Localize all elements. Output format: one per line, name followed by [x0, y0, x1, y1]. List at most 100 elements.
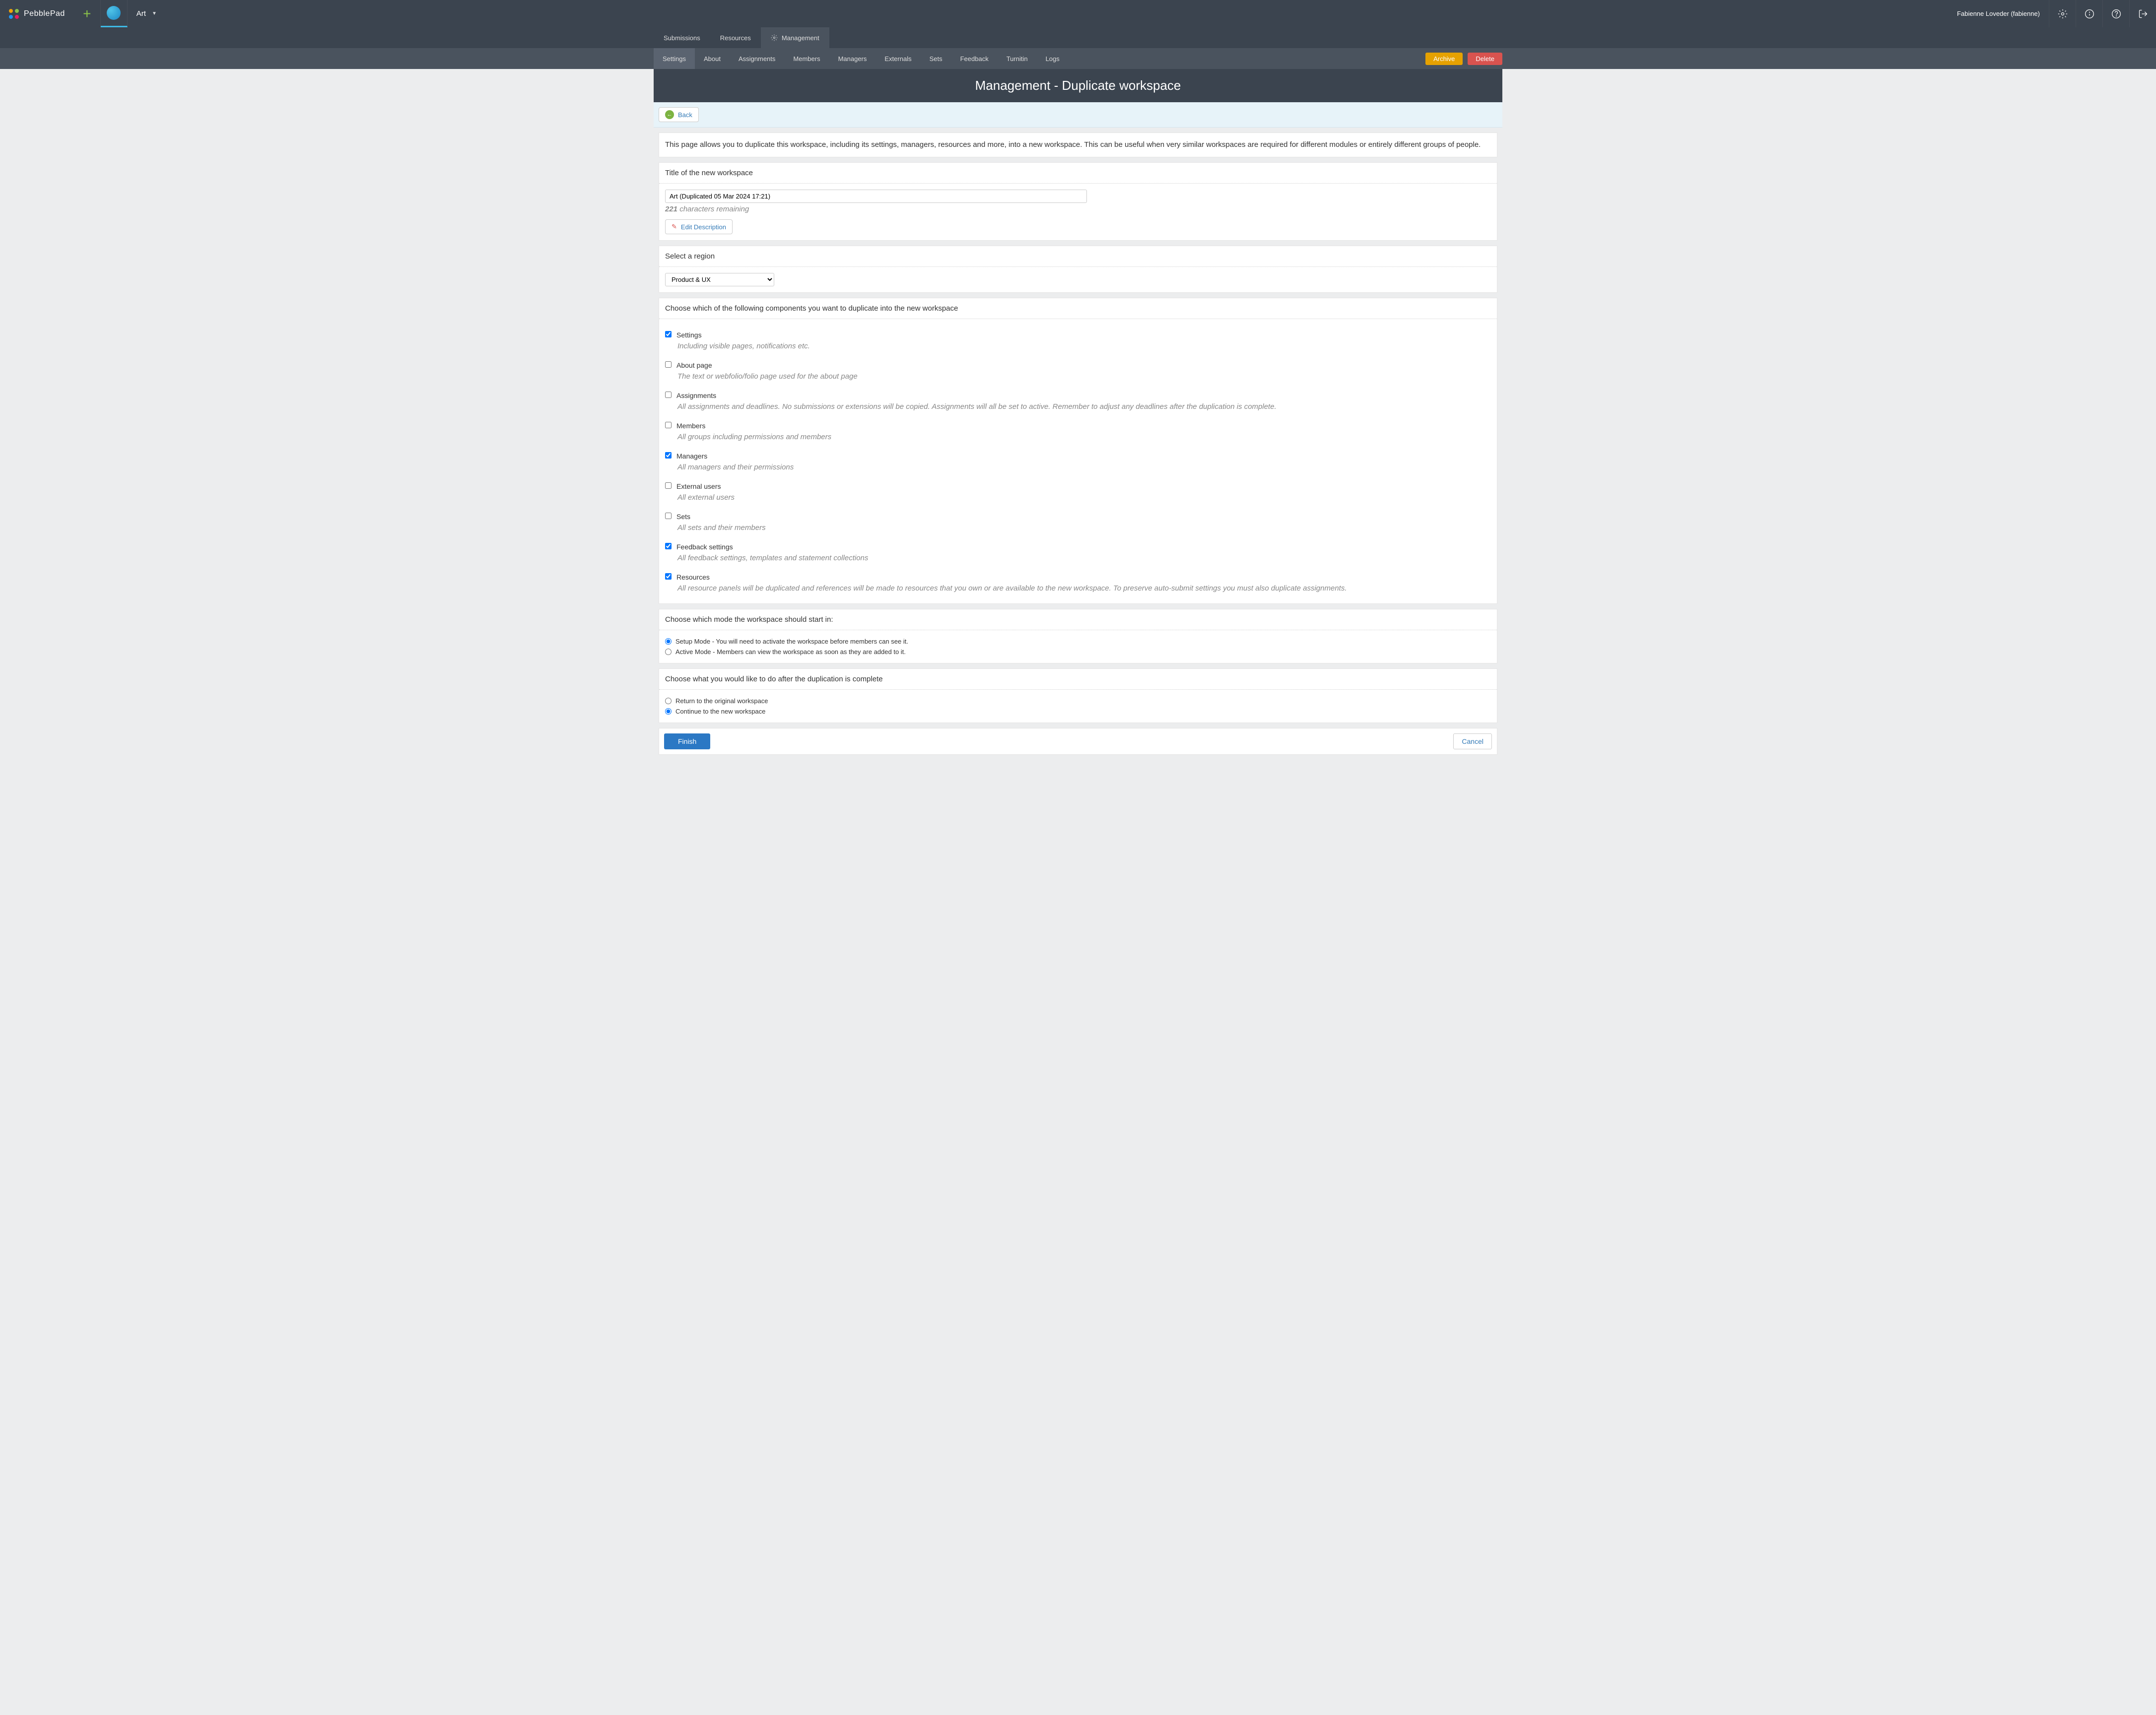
help-button[interactable]	[2102, 0, 2129, 27]
component-checkbox-sets[interactable]	[665, 513, 672, 519]
component-sublabel-resources: All resource panels will be duplicated a…	[665, 584, 1491, 593]
help-icon	[2111, 9, 2121, 19]
component-label-feedback: Feedback settings	[676, 543, 733, 551]
component-label-assignments: Assignments	[676, 392, 716, 399]
after-continue-label: Continue to the new workspace	[675, 708, 765, 715]
component-label-resources: Resources	[676, 573, 710, 581]
mode-setup-label: Setup Mode - You will need to activate t…	[675, 638, 908, 645]
region-select[interactable]: Product & UX	[665, 273, 774, 286]
sec-nav-feedback[interactable]: Feedback	[951, 48, 998, 69]
component-option-feedback: Feedback settings All feedback settings, …	[665, 537, 1491, 567]
component-sublabel-managers: All managers and their permissions	[665, 463, 1491, 471]
component-checkbox-resources[interactable]	[665, 573, 672, 580]
component-label-managers: Managers	[676, 452, 707, 460]
page-container: Management - Duplicate workspace ← Back …	[654, 69, 1502, 755]
app-switch-plus-button[interactable]: +	[74, 0, 101, 27]
component-sublabel-external: All external users	[665, 493, 1491, 502]
chars-remaining-count: 221	[665, 205, 677, 213]
component-option-assignments: Assignments All assignments and deadlines…	[665, 386, 1491, 416]
secondary-nav: Settings About Assignments Members Manag…	[0, 48, 2156, 69]
component-label-about: About page	[676, 361, 712, 369]
gear-icon	[771, 34, 778, 41]
component-sublabel-assignments: All assignments and deadlines. No submis…	[665, 402, 1491, 411]
mode-active-label: Active Mode - Members can view the works…	[675, 648, 906, 656]
page-title: Management - Duplicate workspace	[663, 78, 1493, 93]
intro-panel: This page allows you to duplicate this w…	[659, 132, 1497, 157]
sec-nav-settings[interactable]: Settings	[654, 48, 695, 69]
cancel-button[interactable]: Cancel	[1453, 733, 1492, 749]
back-button[interactable]: ← Back	[659, 107, 699, 122]
brand-logo-area[interactable]: PebblePad	[0, 0, 74, 27]
mode-panel: Choose which mode the workspace should s…	[659, 609, 1497, 663]
sec-nav-sets[interactable]: Sets	[921, 48, 951, 69]
pencil-icon: ✎	[672, 223, 677, 231]
mode-active-radio[interactable]	[665, 649, 672, 655]
workspace-title-input[interactable]	[665, 190, 1087, 203]
main-nav-submissions[interactable]: Submissions	[654, 27, 710, 48]
component-sublabel-members: All groups including permissions and mem…	[665, 433, 1491, 441]
component-option-sets: Sets All sets and their members	[665, 507, 1491, 537]
main-nav-resources[interactable]: Resources	[710, 27, 761, 48]
component-label-external: External users	[676, 482, 721, 490]
back-label: Back	[678, 111, 692, 119]
component-checkbox-feedback[interactable]	[665, 543, 672, 549]
component-option-about: About page The text or webfolio/folio pag…	[665, 355, 1491, 386]
delete-button[interactable]: Delete	[1468, 53, 1502, 65]
sec-nav-externals[interactable]: Externals	[876, 48, 920, 69]
chevron-down-icon: ▼	[152, 11, 157, 16]
component-sublabel-feedback: All feedback settings, templates and sta…	[665, 554, 1491, 562]
component-option-settings: Settings Including visible pages, notific…	[665, 325, 1491, 355]
sec-nav-logs[interactable]: Logs	[1037, 48, 1069, 69]
settings-gear-button[interactable]	[2049, 0, 2076, 27]
component-checkbox-about[interactable]	[665, 361, 672, 368]
mode-setup-radio[interactable]	[665, 638, 672, 645]
region-header: Select a region	[659, 246, 1497, 267]
after-return-radio[interactable]	[665, 698, 672, 704]
brand-name: PebblePad	[24, 9, 65, 18]
chars-remaining-label: characters remaining	[679, 205, 749, 213]
edit-description-label: Edit Description	[681, 223, 726, 231]
footer-bar: Finish Cancel	[659, 728, 1497, 755]
after-return-label: Return to the original workspace	[675, 697, 768, 705]
component-sublabel-about: The text or webfolio/folio page used for…	[665, 372, 1491, 381]
main-nav-management[interactable]: Management	[761, 27, 829, 48]
after-continue-radio[interactable]	[665, 708, 672, 715]
component-sublabel-settings: Including visible pages, notifications e…	[665, 342, 1491, 350]
component-checkbox-managers[interactable]	[665, 452, 672, 459]
back-arrow-icon: ←	[665, 110, 674, 119]
info-button[interactable]	[2076, 0, 2102, 27]
sec-nav-managers[interactable]: Managers	[829, 48, 876, 69]
gear-icon	[2058, 9, 2068, 19]
logout-button[interactable]	[2129, 0, 2156, 27]
component-checkbox-settings[interactable]	[665, 331, 672, 337]
workspace-switcher-label: Art	[136, 9, 146, 18]
component-label-settings: Settings	[676, 331, 702, 339]
workspace-switcher[interactable]: Art ▼	[128, 9, 166, 18]
component-checkbox-assignments[interactable]	[665, 392, 672, 398]
component-sublabel-sets: All sets and their members	[665, 524, 1491, 532]
atlas-globe-icon	[107, 6, 121, 20]
back-bar: ← Back	[654, 102, 1502, 128]
sec-nav-turnitin[interactable]: Turnitin	[998, 48, 1037, 69]
component-checkbox-members[interactable]	[665, 422, 672, 428]
component-label-sets: Sets	[676, 513, 690, 521]
after-panel: Choose what you would like to do after t…	[659, 668, 1497, 723]
component-option-external: External users All external users	[665, 476, 1491, 507]
user-display-name[interactable]: Fabienne Loveder (fabienne)	[1948, 10, 2049, 17]
title-panel: Title of the new workspace 221 character…	[659, 162, 1497, 241]
logout-icon	[2138, 9, 2148, 19]
sec-nav-about[interactable]: About	[695, 48, 730, 69]
edit-description-button[interactable]: ✎ Edit Description	[665, 219, 733, 234]
component-option-members: MembersAll groups including permissions …	[665, 416, 1491, 446]
components-panel: Choose which of the following components…	[659, 298, 1497, 604]
plus-icon: +	[83, 6, 91, 22]
sec-nav-assignments[interactable]: Assignments	[730, 48, 784, 69]
pebblepad-logo-icon	[9, 9, 19, 19]
component-option-managers: Managers All managers and their permissio…	[665, 446, 1491, 476]
sec-nav-members[interactable]: Members	[784, 48, 829, 69]
archive-button[interactable]: Archive	[1425, 53, 1463, 65]
app-switch-atlas-button[interactable]	[101, 0, 128, 27]
component-checkbox-external[interactable]	[665, 482, 672, 489]
finish-button[interactable]: Finish	[664, 733, 710, 749]
page-header: Management - Duplicate workspace	[654, 69, 1502, 102]
